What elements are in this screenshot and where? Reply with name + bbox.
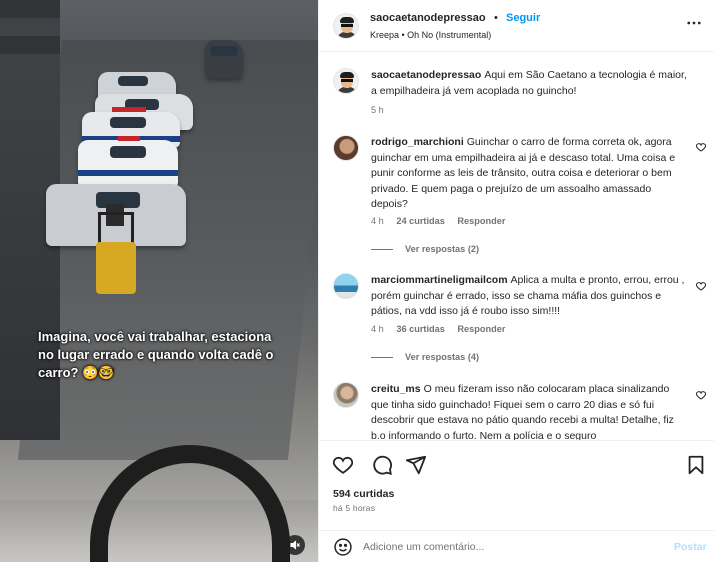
emoji-icon[interactable] [333,537,353,557]
heart-icon[interactable] [695,141,707,153]
comment-text: rodrigo_marchioni Guinchar o carro de for… [371,135,689,213]
bookmark-icon[interactable] [685,454,707,476]
add-comment-bar: Postar [319,530,714,562]
avatar[interactable] [333,273,359,299]
comment-time: 5 h [371,105,384,115]
comment-username[interactable]: saocaetanodepressao [371,69,481,81]
likes-count[interactable]: 594 curtidas [333,488,394,500]
more-horizontal-icon[interactable] [685,14,703,32]
comment-input[interactable] [363,537,663,557]
comments-list[interactable]: saocaetanodepressao Aqui em São Caetano a… [319,52,714,440]
avatar[interactable] [333,135,359,161]
comment-text: saocaetanodepressao Aqui em São Caetano a… [371,68,689,99]
comment-time: 4 h [371,216,384,226]
view-replies-button[interactable]: Ver respostas (2) [371,244,479,254]
comment-icon[interactable] [371,454,393,476]
follow-button[interactable]: Seguir [506,12,540,24]
comment-meta: 5 h [371,105,394,115]
comment-username[interactable]: marciommartineligmailcom [371,274,508,286]
post-time: há 5 horas [333,503,376,513]
separator-dot: • [494,12,498,24]
post-panel: saocaetanodepressao • Seguir Kreepa • Oh… [318,0,714,562]
share-icon[interactable] [405,454,427,476]
view-replies-button[interactable]: Ver respostas (4) [371,352,479,362]
reply-button[interactable]: Responder [457,324,505,334]
avatar[interactable] [333,13,359,39]
comment-text: marciommartineligmailcom Aplica a multa e… [371,273,689,320]
comment-time: 4 h [371,324,384,334]
avatar[interactable] [333,382,359,408]
comment-text: creitu_ms O meu fizeram isso não colocara… [371,382,689,440]
music-attribution[interactable]: Kreepa • Oh No (Instrumental) [370,30,491,40]
forklift [92,204,144,302]
author-username[interactable]: saocaetanodepressao [370,12,486,24]
comment-username[interactable]: creitu_ms [371,383,421,395]
comment-username[interactable]: rodrigo_marchioni [371,136,464,148]
view-replies-label: Ver respostas (4) [405,352,480,362]
comment-likes[interactable]: 36 curtidas [396,324,445,334]
curb [0,60,60,440]
car-top [205,40,243,78]
comment-likes[interactable]: 24 curtidas [396,216,445,226]
police-car-2 [78,136,178,188]
post-actions: 594 curtidas há 5 horas [319,440,714,530]
post-button[interactable]: Postar [674,541,707,553]
avatar[interactable] [333,68,359,94]
video-caption: Imagina, você vai trabalhar, estaciona n… [38,329,274,380]
mute-icon[interactable] [285,535,305,555]
view-replies-label: Ver respostas (2) [405,244,480,254]
reply-button[interactable]: Responder [457,216,505,226]
heart-icon[interactable] [695,280,707,292]
heart-icon[interactable] [695,389,707,401]
comment-meta: 4 h 36 curtidas Responder [371,324,515,334]
post-video[interactable]: Imagina, você vai trabalhar, estaciona n… [0,0,318,562]
steering-wheel [90,445,290,562]
comment-meta: 4 h 24 curtidas Responder [371,216,515,226]
heart-icon[interactable] [332,454,354,476]
instagram-post-view: Imagina, você vai trabalhar, estaciona n… [0,0,714,562]
post-header: saocaetanodepressao • Seguir Kreepa • Oh… [319,0,714,52]
